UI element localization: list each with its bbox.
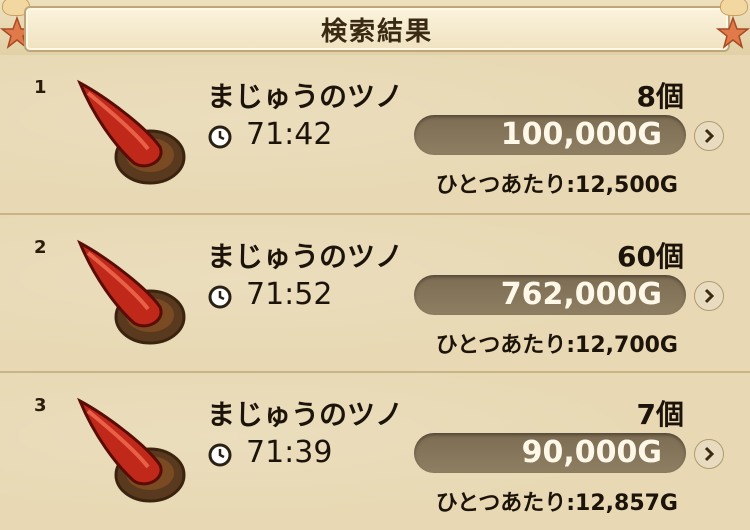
time-remaining: 71:52	[246, 277, 333, 312]
result-row[interactable]: 2 まじゅうのツノ 71:52 60個 762,000G ひとつあたり:12,7…	[0, 213, 750, 372]
result-list: 1 まじゅうのツノ 71:42 8個 100,000G ひとつあたり:12,50…	[0, 55, 750, 530]
unit-price: ひとつあたり:12,857G	[435, 491, 678, 516]
quantity: 7個	[636, 398, 684, 431]
horn-icon	[77, 397, 186, 503]
header: 検索結果	[0, 0, 750, 55]
seashell-icon	[720, 0, 748, 16]
page-title: 検索結果	[320, 16, 433, 47]
detail-button[interactable]	[694, 121, 724, 151]
starfish-icon	[716, 16, 750, 49]
unit-price: ひとつあたり:12,500G	[435, 173, 678, 198]
quantity: 8個	[636, 80, 684, 113]
quantity: 60個	[617, 240, 684, 273]
result-index: 2	[34, 237, 47, 258]
title-bar: 検索結果	[24, 6, 730, 52]
item-name: まじゅうのツノ	[207, 240, 404, 273]
horn-icon	[77, 239, 186, 345]
total-price: 100,000G	[500, 117, 662, 152]
item-name: まじゅうのツノ	[207, 398, 404, 431]
time-remaining: 71:39	[246, 435, 333, 470]
result-index: 1	[34, 77, 47, 98]
clock-icon	[208, 125, 232, 149]
time-remaining: 71:42	[246, 117, 333, 152]
result-row[interactable]: 1 まじゅうのツノ 71:42 8個 100,000G ひとつあたり:12,50…	[0, 55, 750, 213]
chevron-right-icon	[704, 288, 715, 304]
result-index: 3	[34, 395, 47, 416]
horn-icon	[77, 79, 186, 185]
detail-button[interactable]	[694, 439, 724, 469]
total-price: 762,000G	[500, 277, 662, 312]
detail-button[interactable]	[694, 281, 724, 311]
price-pill: 90,000G	[414, 433, 686, 473]
result-row[interactable]: 3 まじゅうのツノ 71:39 7個 90,000G ひとつあたり:12,857…	[0, 371, 750, 530]
chevron-right-icon	[704, 446, 715, 462]
price-pill: 100,000G	[414, 115, 686, 155]
clock-icon	[208, 285, 232, 309]
clock-icon	[208, 443, 232, 467]
chevron-right-icon	[704, 128, 715, 144]
item-name: まじゅうのツノ	[207, 80, 404, 113]
total-price: 90,000G	[521, 435, 662, 470]
unit-price: ひとつあたり:12,700G	[435, 333, 678, 358]
price-pill: 762,000G	[414, 275, 686, 315]
